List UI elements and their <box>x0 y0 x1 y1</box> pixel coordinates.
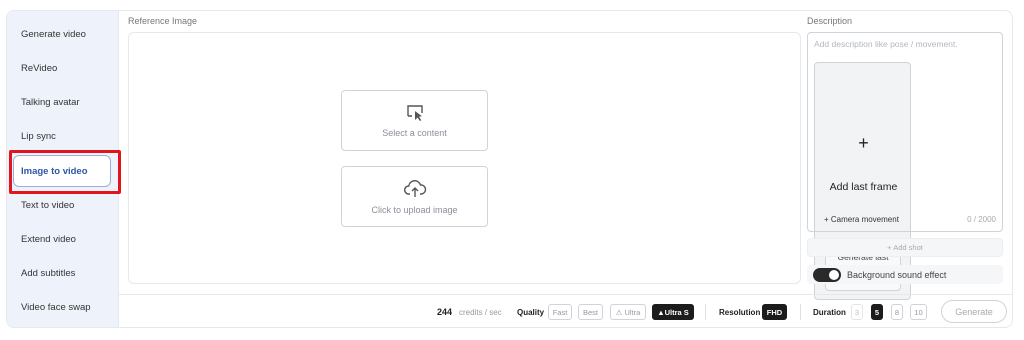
reference-image-panel: Select a content Click to upload image +… <box>128 32 911 300</box>
description-textarea[interactable]: Add description like pose / movement. + … <box>807 32 1003 232</box>
description-label: Description <box>807 16 853 26</box>
credits-unit: credits / sec <box>459 307 502 317</box>
sidebar-item-extend-video[interactable]: Extend video <box>7 222 119 256</box>
sidebar-item-add-subtitles[interactable]: Add subtitles <box>7 256 119 290</box>
quality-best-option[interactable]: Best <box>578 304 603 320</box>
app-frame: Generate video ReVideo Talking avatar Li… <box>6 10 1013 328</box>
select-content-card[interactable]: Select a content <box>341 90 488 151</box>
sidebar-item-generate-video[interactable]: Generate video <box>7 17 119 51</box>
bottom-toolbar: 244 credits / sec Quality Fast Best ⚠ Ul… <box>119 294 1012 327</box>
background-sound-row: Background sound effect <box>807 265 1003 284</box>
quality-ultra-option[interactable]: ⚠ Ultra <box>610 304 646 320</box>
divider <box>705 304 706 320</box>
credits-value: 244 <box>437 307 453 317</box>
upload-image-label: Click to upload image <box>371 204 458 215</box>
duration-5-option[interactable]: 5 <box>871 304 883 320</box>
character-counter: 0 / 2000 <box>967 215 996 224</box>
generate-button[interactable]: Generate <box>941 300 1007 323</box>
cloud-upload-icon <box>403 179 426 197</box>
quality-label: Quality <box>517 307 545 317</box>
sidebar-item-talking-avatar[interactable]: Talking avatar <box>7 85 119 119</box>
background-sound-toggle[interactable] <box>813 267 841 282</box>
resolution-select[interactable]: FHD <box>762 304 787 320</box>
resolution-label: Resolution <box>719 307 761 317</box>
duration-3-option[interactable]: 3 <box>851 304 863 320</box>
description-placeholder: Add description like pose / movement. <box>814 39 958 49</box>
cursor-select-icon <box>406 104 423 121</box>
selection-highlight <box>9 150 121 194</box>
upload-image-card[interactable]: Click to upload image <box>341 166 488 227</box>
divider <box>800 304 801 320</box>
select-content-label: Select a content <box>382 127 447 138</box>
sidebar-item-video-face-swap[interactable]: Video face swap <box>7 290 119 324</box>
quality-fast-option[interactable]: Fast <box>548 304 572 320</box>
reference-image-label: Reference Image <box>128 16 198 26</box>
duration-10-option[interactable]: 10 <box>910 304 927 320</box>
duration-label: Duration <box>813 307 846 317</box>
quality-ultra-s-option[interactable]: ▲Ultra S <box>652 304 694 320</box>
background-sound-label: Background sound effect <box>847 269 947 280</box>
sidebar-item-revideo[interactable]: ReVideo <box>7 51 119 85</box>
camera-movement-button[interactable]: + Camera movement <box>816 211 907 227</box>
duration-8-option[interactable]: 8 <box>891 304 903 320</box>
add-shot-button[interactable]: + Add shot <box>807 238 1003 257</box>
sidebar-item-lip-sync[interactable]: Lip sync <box>7 119 119 153</box>
